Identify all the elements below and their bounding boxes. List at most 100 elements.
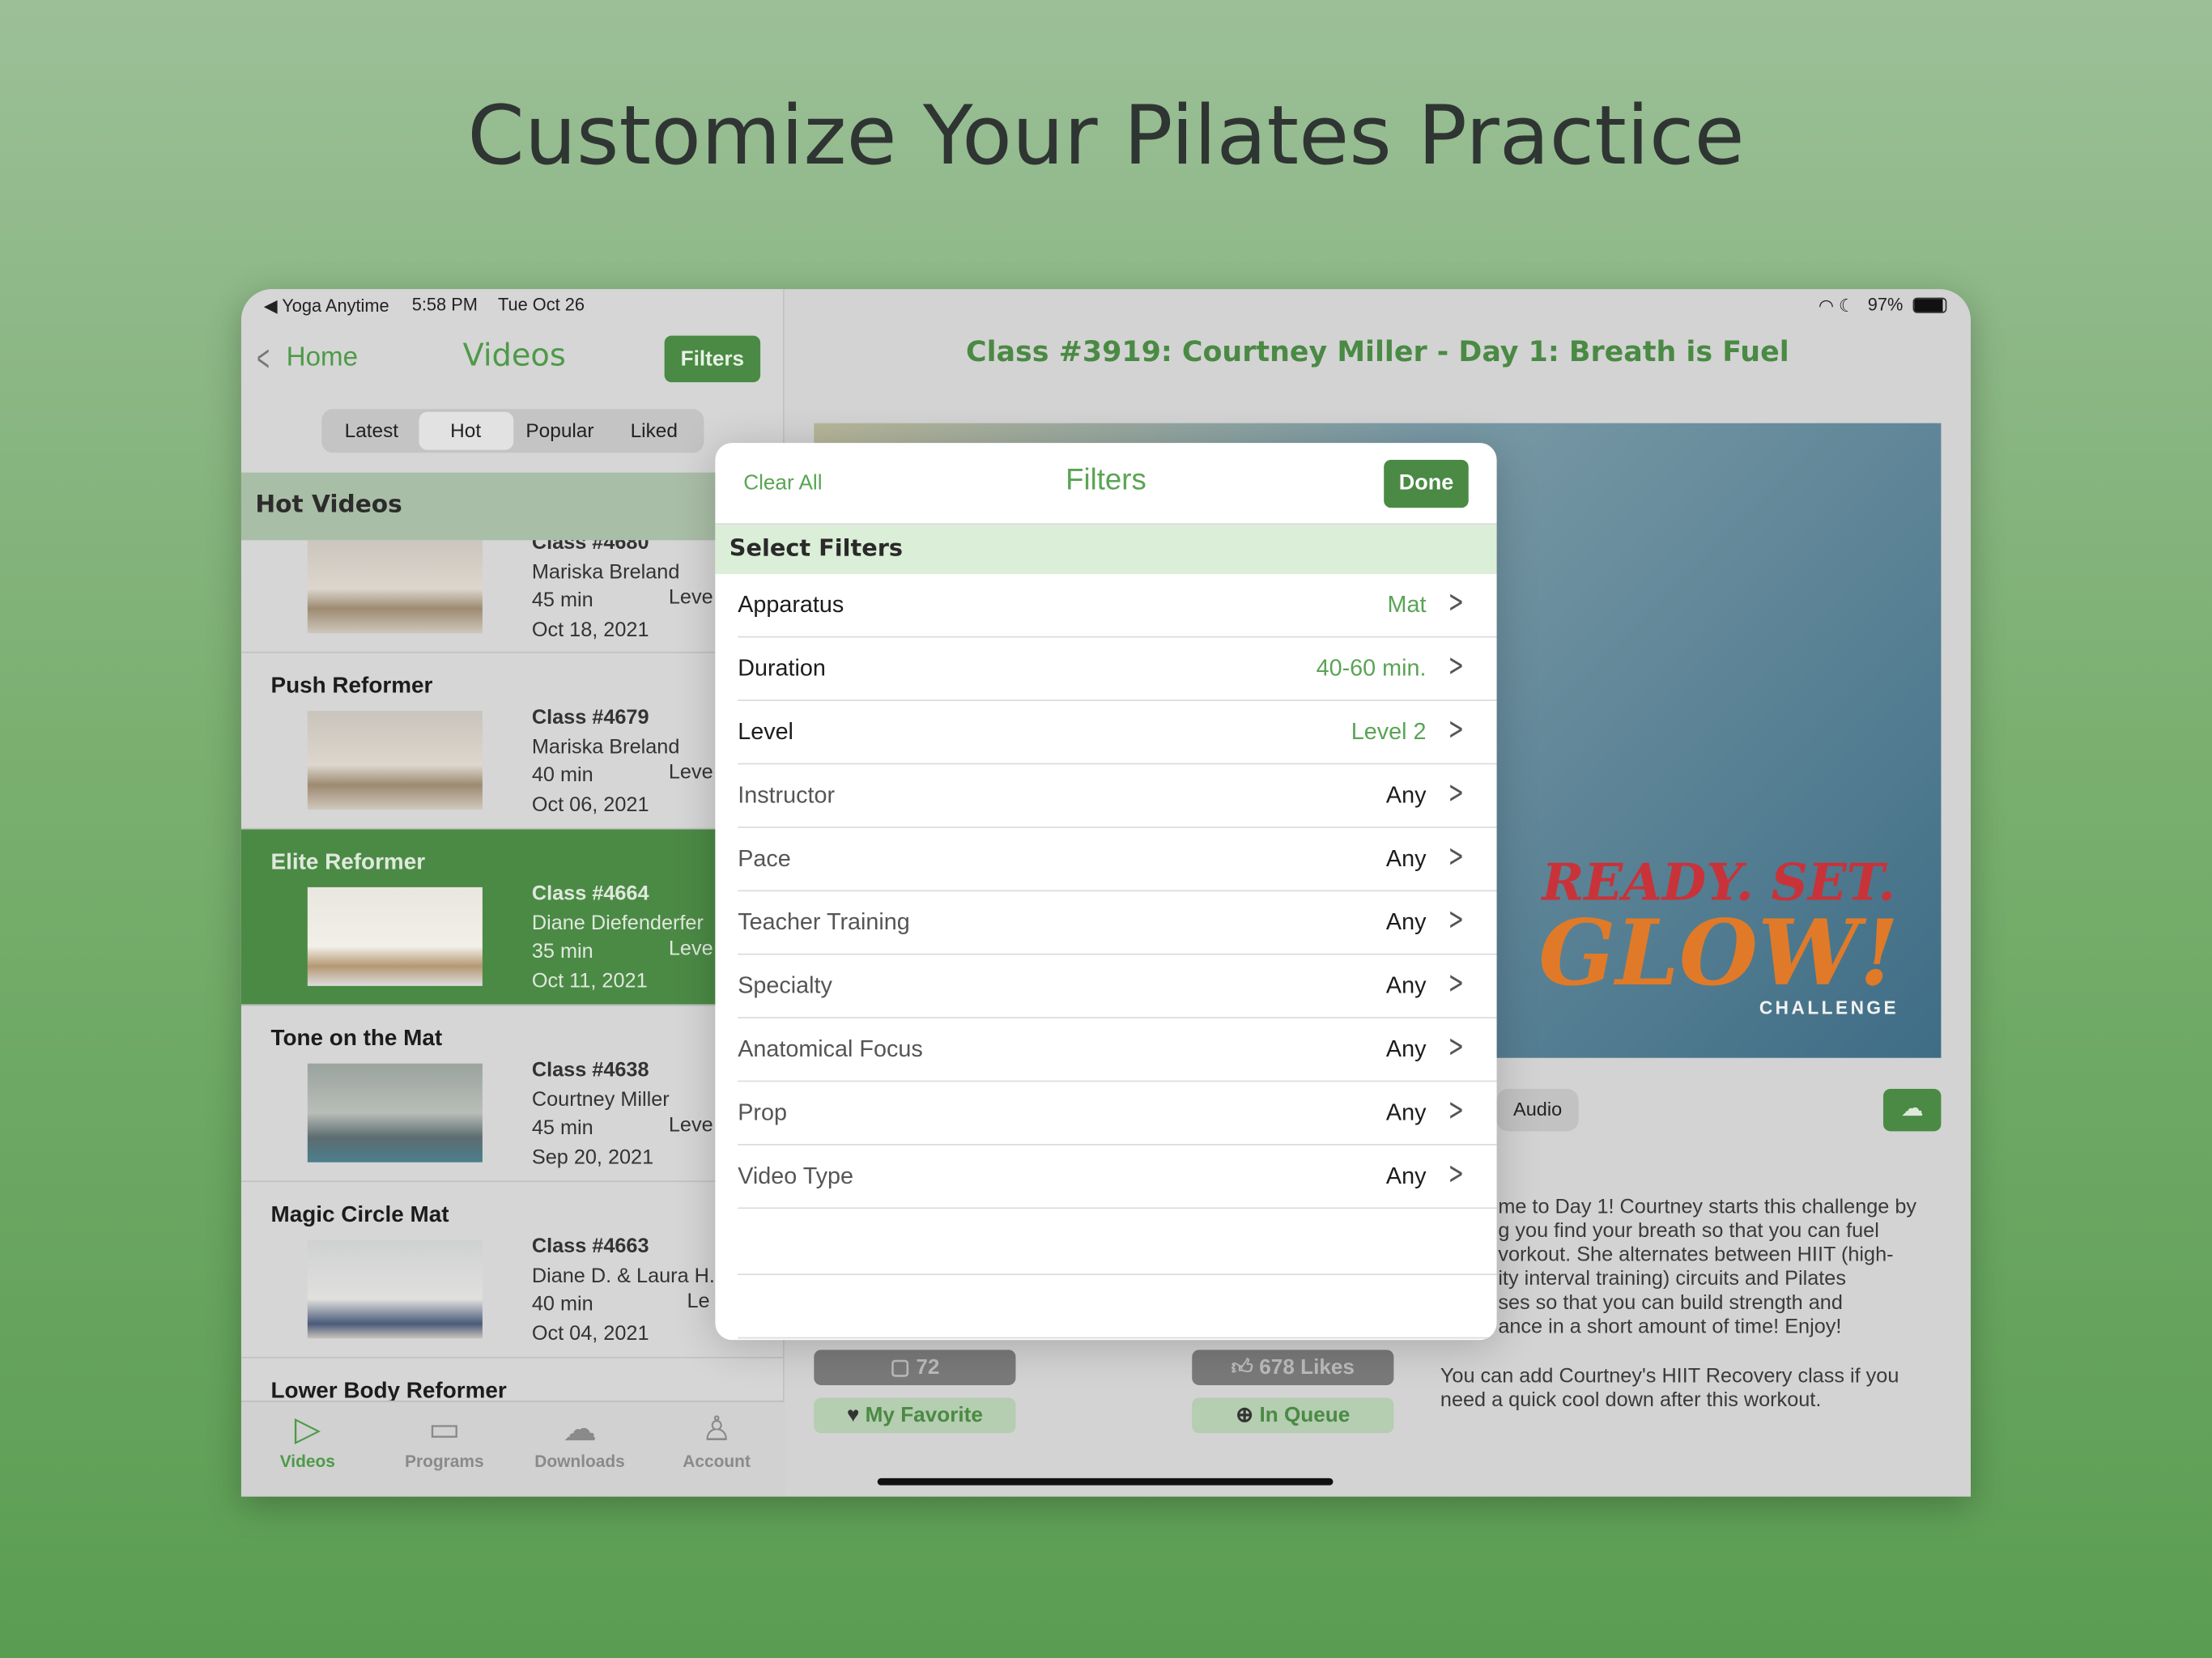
filters-button[interactable]: Filters <box>664 335 761 383</box>
class-note: You can add Courtney's HIIT Recovery cla… <box>1440 1365 1899 1413</box>
class-number: Class #4663 <box>531 1235 649 1259</box>
heart-icon: ♥ <box>846 1403 860 1428</box>
tab-account[interactable]: ♙ Account <box>660 1409 772 1472</box>
chevron-right-icon: > <box>1448 1093 1464 1129</box>
download-cloud-icon[interactable]: ☁ <box>1882 1089 1942 1132</box>
date: Oct 18, 2021 <box>531 618 649 641</box>
chevron-right-icon: > <box>1448 585 1464 621</box>
filter-value: Any <box>1385 782 1427 809</box>
filter-row-pace[interactable]: Pace Any > <box>738 828 1497 892</box>
modal-header: Clear All Filters Done <box>715 443 1497 525</box>
tab-downloads[interactable]: ☁ Downloads <box>523 1409 636 1472</box>
video-list-item[interactable]: Class #4680 Mariska Breland 45 min Oct 18, … <box>240 540 785 653</box>
level: Leve <box>668 937 713 961</box>
video-list-item[interactable]: Tone on the Mat Class #4638 Courtney Mill… <box>240 1005 785 1183</box>
modal-title: Filters <box>1066 464 1146 497</box>
tab-label: Videos <box>279 1451 335 1472</box>
filter-value: Any <box>1385 909 1427 936</box>
section-header: Select Filters <box>715 525 1497 575</box>
chevron-right-icon: > <box>1448 712 1464 748</box>
tab-videos[interactable]: ▷ Videos <box>251 1409 364 1472</box>
level: Leve <box>668 761 713 784</box>
video-list-item[interactable]: Lower Body Reformer <box>241 1358 785 1401</box>
class-description: me to Day 1! Courtney starts this challe… <box>1498 1196 1950 1340</box>
filter-row-duration[interactable]: Duration 40-60 min. > <box>738 638 1497 701</box>
video-title: Elite Reformer <box>270 850 426 875</box>
class-title: Class #3919: Courtney Miller - Day 1: Br… <box>966 334 1789 368</box>
date: Oct 04, 2021 <box>531 1322 649 1346</box>
description-line: ance in a short amount of time! Enjoy! <box>1498 1316 1842 1339</box>
filter-label: Specialty <box>738 973 832 999</box>
status-date: Tue Oct 26 <box>498 295 585 315</box>
comment-count: 72 <box>916 1355 940 1380</box>
video-title: Magic Circle Mat <box>270 1203 449 1227</box>
chevron-right-icon: > <box>1448 1156 1464 1192</box>
filter-row-anatomical-focus[interactable]: Anatomical Focus Any > <box>738 1018 1497 1082</box>
filter-row-prop[interactable]: Prop Any > <box>738 1082 1497 1146</box>
done-button[interactable]: Done <box>1384 459 1469 508</box>
date: Sep 20, 2021 <box>531 1146 654 1169</box>
video-list-item-selected[interactable]: Elite Reformer Class #4664 Diane Diefende… <box>240 829 785 1006</box>
duration: 40 min <box>531 1293 593 1316</box>
video-list-item[interactable]: Magic Circle Mat Class #4663 Diane D. & L… <box>240 1182 785 1358</box>
empty-row <box>738 1275 1497 1339</box>
video-thumbnail <box>307 540 483 634</box>
battery-icon <box>1912 297 1947 313</box>
empty-row <box>738 1212 1497 1276</box>
comments-button[interactable]: ▢ 72 <box>814 1350 1016 1385</box>
filter-value: Any <box>1385 1163 1427 1189</box>
chevron-right-icon: > <box>1448 966 1464 1002</box>
segmented-control: Latest Hot Popular Liked <box>321 409 704 453</box>
class-number: Class #4679 <box>531 706 649 729</box>
favorite-button[interactable]: ♥ My Favorite <box>814 1397 1016 1434</box>
segment-popular[interactable]: Popular <box>513 412 606 450</box>
person-icon: ♙ <box>701 1410 732 1449</box>
class-number: Class #4680 <box>531 540 649 555</box>
video-title: Tone on the Mat <box>270 1027 443 1052</box>
thumbs-up-icon: 👍︎ <box>1231 1355 1253 1380</box>
filter-row-apparatus[interactable]: Apparatus Mat > <box>738 574 1497 638</box>
back-to-app[interactable]: ◀ Yoga Anytime <box>264 295 389 316</box>
chevron-right-icon: > <box>1448 1029 1464 1065</box>
tab-label: Programs <box>405 1451 484 1472</box>
filter-label: Pace <box>738 846 791 872</box>
duration: 35 min <box>531 941 593 963</box>
segment-hot[interactable]: Hot <box>419 411 513 450</box>
segment-liked[interactable]: Liked <box>607 412 701 450</box>
chevron-left-icon[interactable]: < <box>257 337 270 380</box>
level: Leve <box>668 1114 713 1137</box>
chevron-right-icon: > <box>1448 648 1464 685</box>
monitor-icon: ▭ <box>428 1410 461 1449</box>
home-indicator <box>877 1477 1334 1486</box>
filter-label: Instructor <box>738 782 836 809</box>
list-header: Hot Videos <box>240 472 785 541</box>
chevron-right-icon: > <box>1448 903 1464 938</box>
filter-value: Any <box>1385 1036 1427 1062</box>
filter-value: Mat <box>1387 592 1427 619</box>
date: Oct 11, 2021 <box>531 969 648 993</box>
tab-label: Account <box>683 1451 751 1472</box>
video-list-item[interactable]: Push Reformer Class #4679 Mariska Breland… <box>240 653 785 830</box>
filter-row-instructor[interactable]: Instructor Any > <box>738 764 1497 828</box>
filter-label: Teacher Training <box>738 909 910 936</box>
segment-latest[interactable]: Latest <box>325 412 419 450</box>
filter-value: Any <box>1385 846 1427 872</box>
filter-row-specialty[interactable]: Specialty Any > <box>738 955 1497 1018</box>
filter-value: 40-60 min. <box>1316 656 1427 682</box>
description-line: vorkout. She alternates between HIIT (hi… <box>1498 1244 1894 1267</box>
date: Oct 06, 2021 <box>531 793 649 816</box>
tab-label: Downloads <box>534 1451 625 1472</box>
queue-button[interactable]: ⊕ In Queue <box>1192 1397 1394 1434</box>
filter-value: Any <box>1385 1099 1427 1126</box>
filter-row-video-type[interactable]: Video Type Any > <box>738 1146 1497 1209</box>
videos-panel: ◀ Yoga Anytime 5:58 PM Tue Oct 26 < Home… <box>240 289 785 1497</box>
home-back-button[interactable]: Home <box>287 342 358 373</box>
audio-button[interactable]: Audio <box>1496 1089 1579 1132</box>
tab-programs[interactable]: ▭ Programs <box>388 1409 500 1472</box>
likes-button[interactable]: 👍︎ 678 Likes <box>1192 1350 1394 1385</box>
instructor: Courtney Miller <box>531 1088 670 1112</box>
chevron-right-icon: > <box>1448 776 1464 811</box>
description-line: ses so that you can build strength and <box>1498 1291 1843 1315</box>
filter-row-level[interactable]: Level Level 2 > <box>738 701 1497 765</box>
filter-row-teacher-training[interactable]: Teacher Training Any > <box>738 891 1497 955</box>
